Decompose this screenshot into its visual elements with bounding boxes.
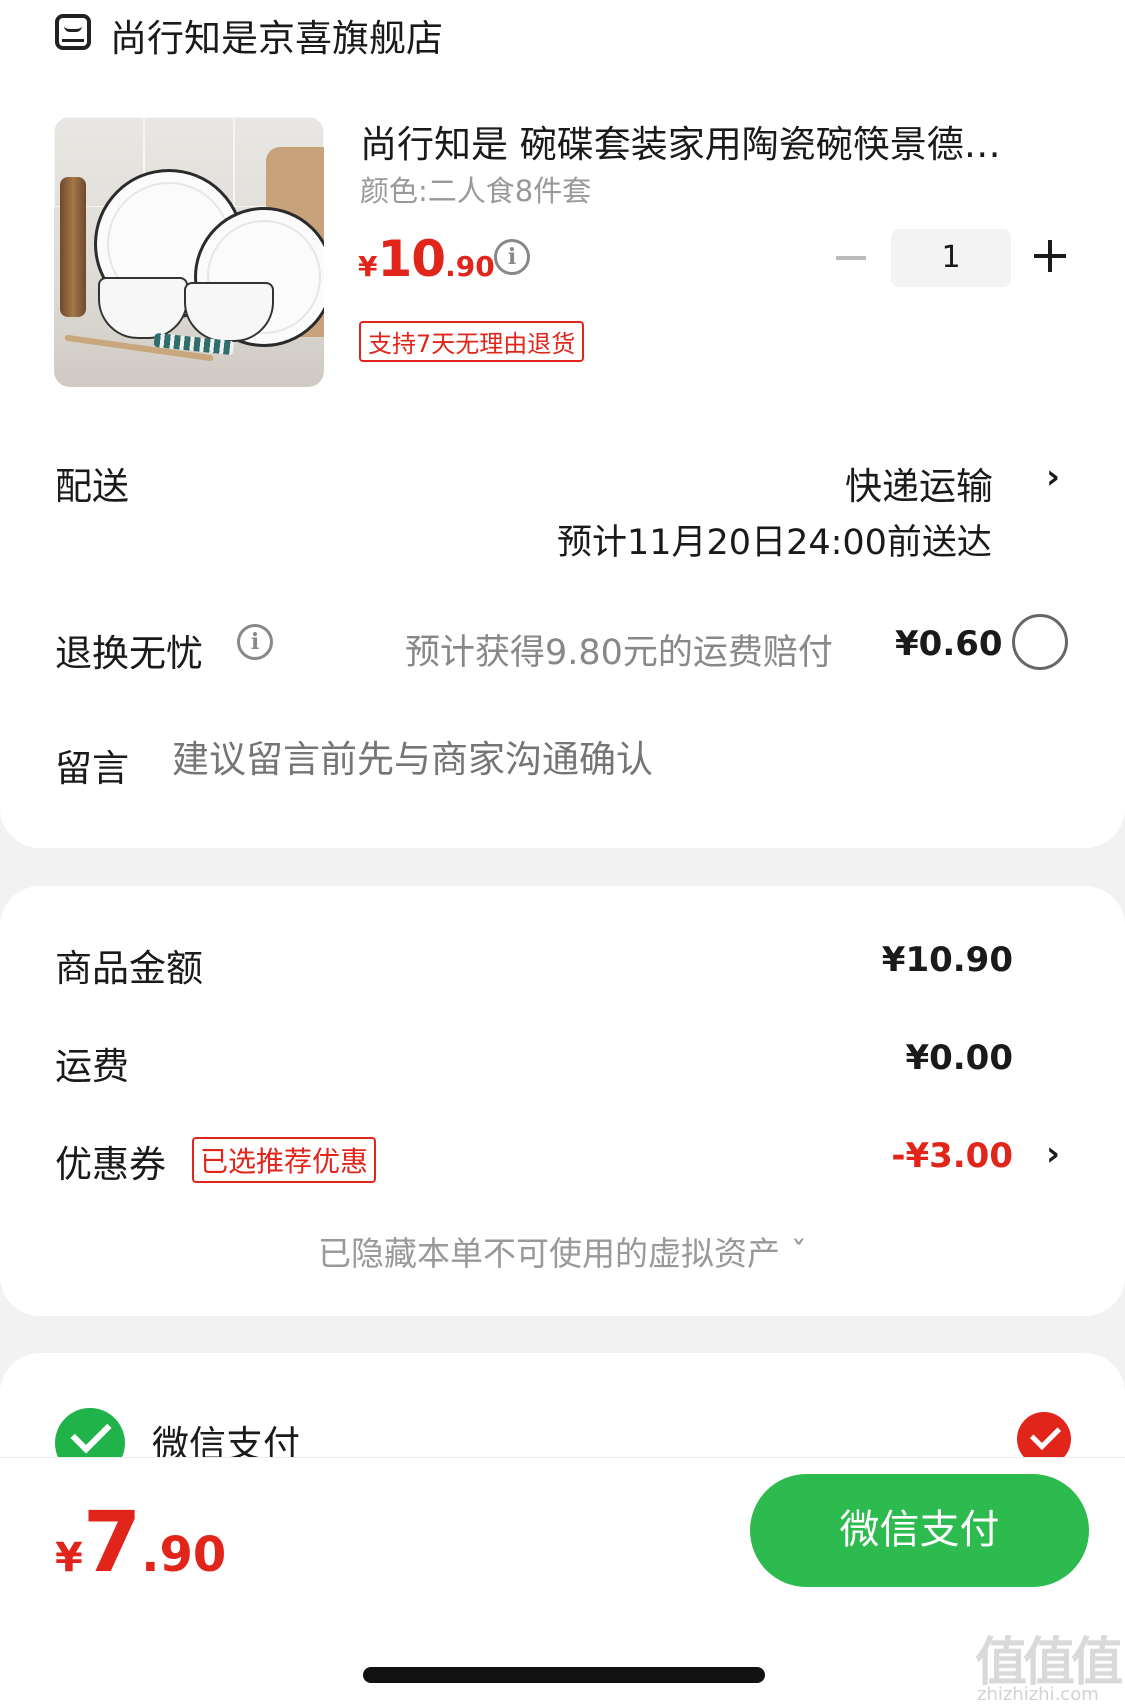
- chevron-right-icon[interactable]: ›: [1046, 457, 1060, 497]
- price-currency: ¥: [358, 250, 378, 283]
- coupon-label: 优惠券: [55, 1143, 166, 1186]
- product-price: ¥10.90: [358, 230, 495, 288]
- message-label: 留言: [55, 747, 129, 790]
- product-thumbnail[interactable]: [54, 117, 324, 387]
- delivery-method[interactable]: 快递运输: [845, 456, 993, 510]
- product-title[interactable]: 尚行知是 碗碟套装家用陶瓷碗筷景德…: [360, 114, 1050, 168]
- store-icon[interactable]: [55, 14, 91, 50]
- product-sku[interactable]: 颜色:二人食8件套: [360, 168, 591, 210]
- delivery-label: 配送: [55, 465, 129, 508]
- goods-amount-label: 商品金额: [55, 947, 203, 990]
- shipping-fee-value: ¥0.00: [905, 1038, 1013, 1078]
- chevron-right-icon[interactable]: ›: [1046, 1134, 1060, 1174]
- total-currency: ¥: [55, 1535, 83, 1581]
- store-name[interactable]: 尚行知是京喜旗舰店: [110, 8, 443, 62]
- return-policy-badge: 支持7天无理由退货: [359, 321, 585, 362]
- delivery-eta: 预计11月20日24:00前送达: [557, 523, 992, 563]
- decrease-quantity-button[interactable]: [836, 256, 866, 260]
- increase-quantity-button[interactable]: [1034, 240, 1066, 272]
- goods-amount-value: ¥10.90: [881, 940, 1013, 980]
- return-service-note: 预计获得9.80元的运费赔付: [405, 633, 833, 673]
- watermark-url: zhizhizhi.com: [977, 1684, 1099, 1705]
- bowl-left: [98, 277, 188, 339]
- quantity-field[interactable]: 1: [891, 229, 1011, 287]
- return-service-info-icon[interactable]: i: [237, 624, 273, 660]
- total-decimal: .90: [141, 1527, 227, 1583]
- coupon-recommended-badge: 已选推荐优惠: [192, 1137, 377, 1183]
- order-info-card: 尚行知是京喜旗舰店 尚行知是 碗碟套装家用陶瓷碗筷景德… 颜色:二人食8件套 ¥…: [0, 0, 1125, 848]
- total-integer: 7: [82, 1493, 142, 1591]
- total-price: ¥7.90: [55, 1493, 226, 1591]
- home-indicator[interactable]: [363, 1667, 765, 1683]
- shipping-fee-label: 运费: [55, 1045, 129, 1088]
- return-service-radio[interactable]: [1012, 614, 1068, 670]
- return-service-fee: ¥0.60: [895, 624, 1003, 664]
- pepper-mill: [60, 177, 86, 317]
- hidden-assets-toggle[interactable]: 已隐藏本单不可使用的虚拟资产 ˇ: [0, 1227, 1125, 1275]
- wechat-pay-button[interactable]: 微信支付: [750, 1474, 1089, 1587]
- return-service-label: 退换无忧: [55, 632, 203, 675]
- price-integer: 10: [377, 230, 446, 288]
- price-decimal: .90: [445, 250, 495, 283]
- message-input[interactable]: [172, 738, 1032, 781]
- price-info-icon[interactable]: i: [494, 239, 530, 275]
- coupon-value[interactable]: -¥3.00: [891, 1136, 1013, 1176]
